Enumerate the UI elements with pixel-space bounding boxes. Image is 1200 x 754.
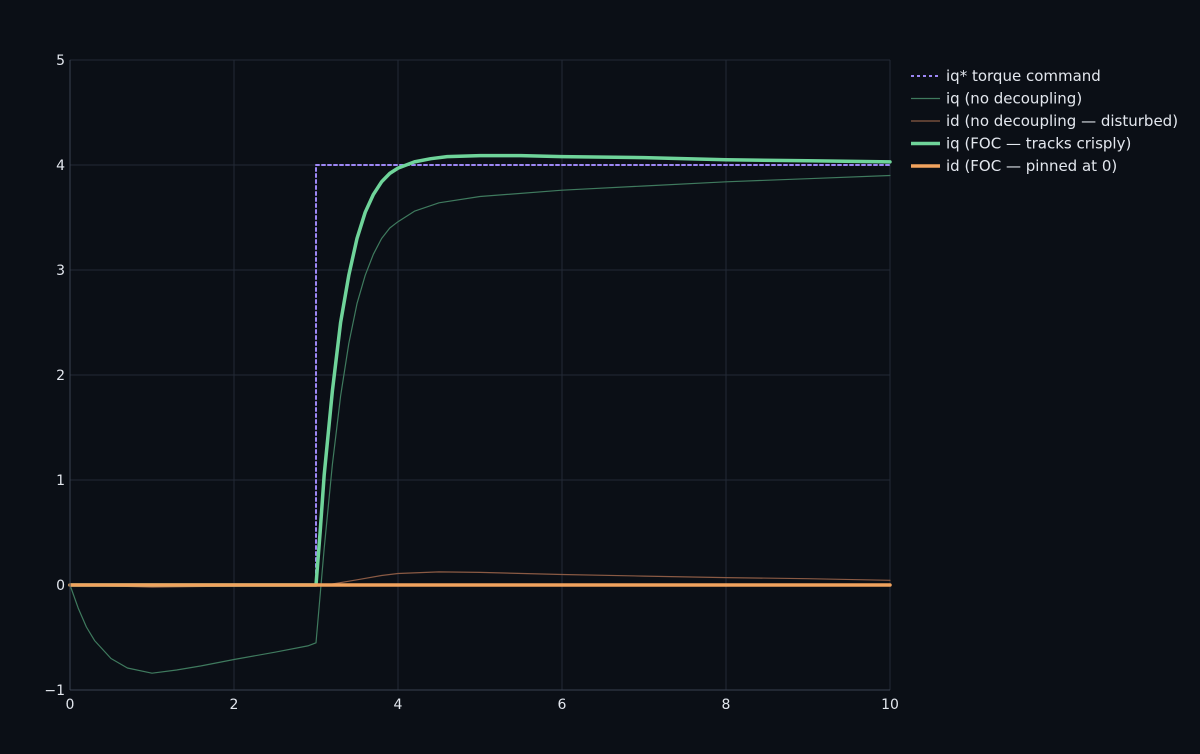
legend-item-0[interactable]: iq* torque command — [911, 67, 1101, 85]
y-tick-label: 0 — [56, 578, 65, 594]
x-tick-label: 2 — [230, 697, 239, 713]
legend-item-3[interactable]: iq (FOC — tracks crisply) — [911, 135, 1131, 153]
series-layer — [68, 153, 892, 674]
y-tick-label: 5 — [56, 53, 65, 69]
legend-item-4[interactable]: id (FOC — pinned at 0) — [911, 157, 1117, 175]
y-tick-label: −1 — [44, 683, 65, 699]
axis-layer: 0 2 4 6 8 10−1012345 — [44, 53, 899, 713]
legend-item-2[interactable]: id (no decoupling — disturbed) — [911, 112, 1178, 130]
x-tick-label: 0 — [66, 697, 75, 713]
legend-item-1[interactable]: iq (no decoupling) — [911, 90, 1082, 108]
x-tick-label: 8 — [722, 697, 731, 713]
legend-label: iq (FOC — tracks crisply) — [946, 135, 1131, 153]
line-chart: 0 2 4 6 8 10−1012345 iq* torque commandiq (no… — [44, 53, 1178, 713]
x-tick-label: 10 — [881, 697, 899, 713]
y-tick-label: 1 — [56, 473, 65, 489]
series-line-3 — [68, 153, 892, 587]
legend-label: iq (no decoupling) — [946, 90, 1082, 108]
y-tick-label: 4 — [56, 158, 65, 174]
x-tick-label: 6 — [558, 697, 567, 713]
legend[interactable]: iq* torque command iq (no decoupling) id (… — [911, 67, 1178, 175]
legend-label: id (no decoupling — disturbed) — [946, 112, 1178, 130]
chart-root: 0 2 4 6 8 10 −1 0 1 2 3 4 5 iq* torque command iq (no… — [0, 0, 1200, 750]
legend-label: iq* torque command — [946, 67, 1101, 85]
series-line-1 — [69, 174, 891, 674]
x-tick-label: 4 — [394, 697, 403, 713]
y-tick-label: 3 — [56, 263, 65, 279]
legend-label: id (FOC — pinned at 0) — [946, 157, 1117, 175]
y-tick-label: 2 — [56, 368, 65, 384]
